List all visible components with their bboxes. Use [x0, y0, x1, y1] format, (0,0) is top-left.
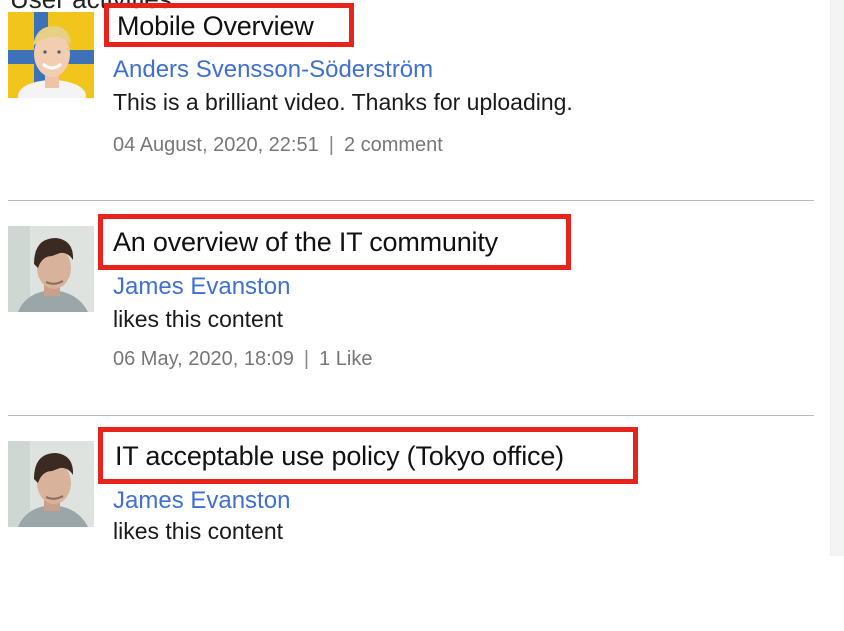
activity-item: IT acceptable use policy (Tokyo office) …	[8, 416, 814, 631]
comment-count-link[interactable]: 2 comment	[344, 134, 443, 156]
avatar-image	[8, 12, 94, 98]
like-count-link[interactable]: 1 Like	[319, 348, 372, 370]
author-link[interactable]: James Evanston	[113, 273, 290, 301]
activity-meta: 06 May, 2020, 18:09 | 1 Like	[113, 348, 372, 371]
avatar-image	[8, 441, 94, 527]
highlighted-title: Mobile Overview	[104, 3, 354, 47]
activity-title-link[interactable]: An overview of the IT community	[113, 227, 566, 258]
timestamp: 06 May, 2020, 18:09	[113, 348, 294, 370]
author-link[interactable]: James Evanston	[113, 487, 290, 515]
activity-title-link[interactable]: Mobile Overview	[117, 11, 349, 42]
meta-separator: |	[303, 348, 310, 370]
activity-text: likes this content	[113, 518, 284, 544]
avatar[interactable]	[8, 441, 94, 527]
activity-item: An overview of the IT community James Ev…	[8, 201, 814, 416]
avatar[interactable]	[8, 12, 94, 98]
scrollbar-track[interactable]	[830, 0, 844, 556]
meta-separator: |	[328, 134, 334, 156]
avatar-image	[8, 226, 94, 312]
activity-item: Mobile Overview Anders Svensson-Söderstr…	[8, 0, 814, 201]
activity-text: This is a brilliant video. Thanks for up…	[113, 89, 573, 115]
timestamp: 04 August, 2020, 22:51	[113, 134, 319, 156]
highlighted-title: IT acceptable use policy (Tokyo office)	[98, 427, 638, 484]
highlighted-title: An overview of the IT community	[98, 214, 571, 270]
activity-meta: 04 August, 2020, 22:51 | 2 comment	[113, 134, 443, 157]
author-link[interactable]: Anders Svensson-Söderström	[113, 56, 433, 84]
activity-text: likes this content	[113, 306, 284, 332]
avatar[interactable]	[8, 226, 94, 312]
activity-title-link[interactable]: IT acceptable use policy (Tokyo office)	[115, 441, 633, 472]
